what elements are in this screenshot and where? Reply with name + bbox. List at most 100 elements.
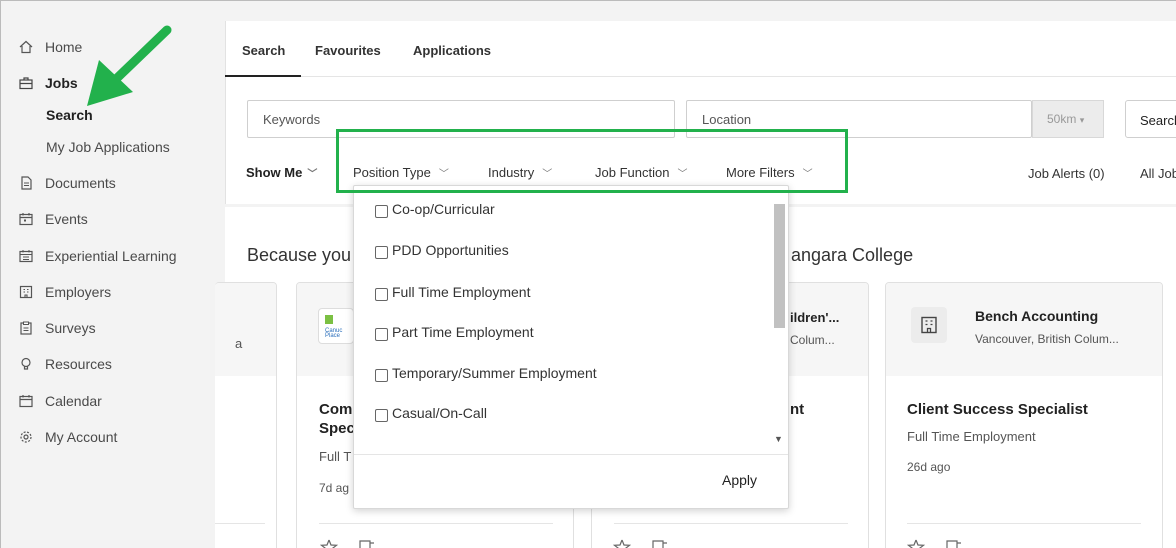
card-location: Colum... [790, 333, 835, 347]
option-part-time-employment[interactable]: Part Time Employment [375, 323, 534, 341]
sidebar-item-label: Events [45, 211, 88, 227]
option-full-time-employment[interactable]: Full Time Employment [375, 283, 530, 301]
tabs-divider [225, 76, 1176, 77]
sidebar-item-experiential-learning[interactable]: Experiential Learning [19, 246, 177, 266]
building-icon [19, 285, 33, 299]
sidebar-item-label: Jobs [45, 75, 78, 91]
checkbox[interactable] [375, 288, 388, 301]
sidebar-item-label: Calendar [45, 393, 102, 409]
sidebar-item-employers[interactable]: Employers [19, 282, 111, 302]
all-jobs-link[interactable]: All Jobs [1140, 166, 1176, 181]
chevron-down-icon: ﹀ [307, 169, 318, 180]
star-icon[interactable] [320, 539, 338, 548]
bookmark-icon[interactable] [945, 539, 963, 548]
card-employer: Bench Accounting [975, 308, 1099, 324]
job-card[interactable]: Bench Accounting Vancouver, British Colu… [885, 282, 1163, 548]
search-button[interactable]: Search [1125, 100, 1176, 138]
card-location: Vancouver, British Colum... [975, 332, 1119, 346]
sidebar-item-resources[interactable]: Resources [19, 354, 112, 374]
sidebar-subitem-my-job-applications[interactable]: My Job Applications [46, 139, 170, 159]
bookmark-icon[interactable] [651, 539, 669, 548]
star-icon[interactable] [907, 539, 925, 548]
card-job-type: Full Time Employment [907, 429, 1036, 444]
star-icon[interactable] [613, 539, 631, 548]
sidebar-item-label: Experiential Learning [45, 248, 177, 264]
sidebar-item-documents[interactable]: Documents [19, 173, 116, 193]
card-title: nt [790, 401, 805, 418]
option-co-op-curricular[interactable]: Co-op/Curricular [375, 200, 495, 218]
tab-favourites[interactable]: Favourites [315, 43, 381, 58]
option-label: Full Time Employment [392, 284, 531, 300]
option-pdd-opportunities[interactable]: PDD Opportunities [375, 241, 509, 259]
sidebar-item-jobs[interactable]: Jobs [19, 73, 78, 93]
active-tab-indicator [225, 75, 301, 77]
section-heading-right: angara College [791, 245, 914, 265]
option-label: PDD Opportunities [392, 242, 509, 258]
app-frame: Home Jobs Search My Job Applications Doc… [0, 0, 1176, 548]
scroll-down-arrow-icon[interactable]: ▼ [774, 434, 783, 444]
checkbox[interactable] [375, 409, 388, 422]
bookmark-icon[interactable] [358, 539, 376, 548]
checkbox[interactable] [375, 205, 388, 218]
tab-applications[interactable]: Applications [413, 43, 491, 58]
sidebar-item-my-account[interactable]: My Account [19, 427, 117, 447]
annotation-highlight-box [336, 129, 848, 193]
gear-icon [19, 430, 33, 444]
employer-logo: Canuc Place [318, 308, 354, 344]
card-job-type: Full T [319, 449, 352, 464]
card-title: Client Success Specialist [907, 401, 1088, 418]
clipboard-icon [19, 321, 33, 335]
position-type-dropdown: Co-op/Curricular PDD Opportunities Full … [353, 185, 789, 509]
sidebar-item-label: My Account [45, 429, 118, 445]
card-divider [215, 523, 265, 524]
briefcase-icon [19, 76, 33, 90]
card-employer: a [235, 336, 243, 351]
caret-down-icon: ▾ [1079, 115, 1085, 125]
option-label: Casual/On-Call [392, 405, 487, 421]
scrollbar-thumb[interactable] [774, 204, 785, 328]
card-posted: 7d ag [319, 481, 350, 495]
card-posted: 26d ago [907, 460, 951, 474]
home-icon [19, 40, 33, 54]
option-casual-on-call[interactable]: Casual/On-Call [375, 404, 487, 422]
option-label: Part Time Employment [392, 324, 534, 340]
sidebar-item-calendar[interactable]: Calendar [19, 391, 102, 411]
section-heading-left: Because you [247, 245, 352, 265]
card-employer: ildren'... [790, 310, 840, 325]
option-temporary-summer-employment[interactable]: Temporary/Summer Employment [375, 364, 597, 382]
option-label: Co-op/Curricular [392, 201, 495, 217]
svg-text:Place: Place [325, 333, 341, 339]
job-alerts-link[interactable]: Job Alerts (0) [1028, 166, 1105, 181]
sidebar-item-label: Employers [45, 284, 112, 300]
card-divider [319, 523, 553, 524]
radius-select[interactable]: 50km ▾ [1032, 100, 1104, 138]
checkbox[interactable] [375, 369, 388, 382]
tab-search[interactable]: Search [242, 43, 285, 58]
card-divider [614, 523, 848, 524]
sidebar-subitem-search[interactable]: Search [46, 107, 93, 127]
show-me-filter[interactable]: Show Me ﹀ [246, 165, 317, 180]
building-icon [911, 307, 947, 343]
card-title-line2: Spec [319, 420, 355, 437]
card-header [215, 283, 276, 376]
calendar-event-icon [19, 212, 33, 226]
sidebar-item-label: Surveys [45, 320, 96, 336]
sidebar-item-label: Resources [45, 356, 112, 372]
apply-button[interactable]: Apply [722, 472, 757, 488]
sidebar-item-events[interactable]: Events [19, 209, 88, 229]
job-card[interactable]: a [215, 282, 277, 548]
document-icon [19, 176, 33, 190]
card-title-line1: Com [319, 401, 353, 418]
sidebar-item-home[interactable]: Home [19, 37, 82, 57]
show-me-label: Show Me [246, 165, 303, 180]
sidebar-item-label: Home [45, 39, 83, 55]
dropdown-footer-divider [354, 454, 788, 455]
learning-icon [19, 249, 33, 263]
sidebar-item-label: Documents [45, 175, 116, 191]
checkbox[interactable] [375, 246, 388, 259]
checkbox[interactable] [375, 328, 388, 341]
calendar-icon [19, 394, 33, 408]
radius-value: 50km [1047, 112, 1077, 126]
sidebar-item-surveys[interactable]: Surveys [19, 318, 96, 338]
option-label: Temporary/Summer Employment [392, 365, 597, 381]
